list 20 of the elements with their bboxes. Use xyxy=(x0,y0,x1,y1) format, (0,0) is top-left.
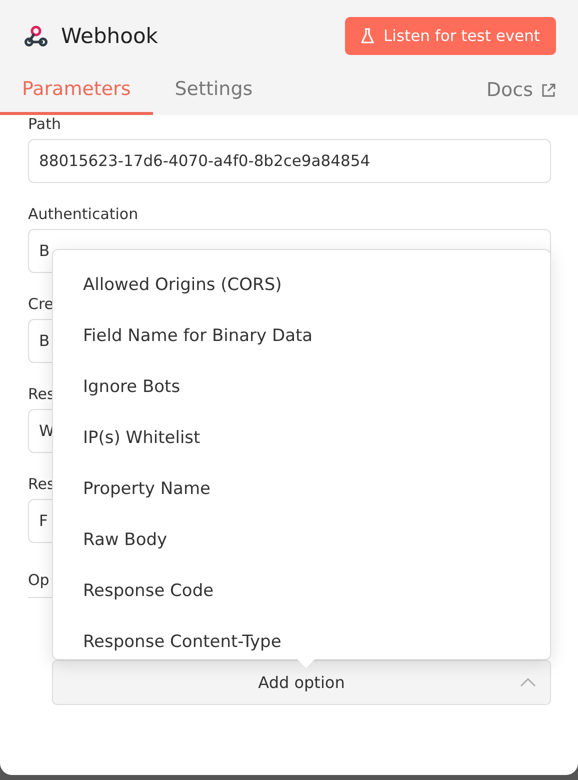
dropdown-item[interactable]: Property Name xyxy=(53,463,550,514)
dropdown-item[interactable]: Response Code xyxy=(53,565,550,616)
field-label: Authentication xyxy=(28,205,138,223)
external-link-icon xyxy=(541,82,556,98)
docs-link[interactable]: Docs xyxy=(486,79,556,115)
tab[interactable]: Settings xyxy=(152,61,275,115)
input-field[interactable]: 88015623-17d6-4070-a4f0-8b2ce9a84854 xyxy=(28,139,551,183)
dropdown-item[interactable]: Field Name for Binary Data xyxy=(53,310,550,361)
dropdown-item[interactable]: Ignore Bots xyxy=(53,361,550,412)
node-title: Webhook xyxy=(61,24,158,48)
add-option-button[interactable]: Add option xyxy=(52,660,551,705)
dropdown-item[interactable]: Allowed Origins (CORS) xyxy=(53,259,550,310)
dropdown-item[interactable]: IP(s) Whitelist xyxy=(53,412,550,463)
field-label: Path xyxy=(28,115,61,133)
flask-icon xyxy=(360,28,374,44)
dropdown-item[interactable]: Raw Body xyxy=(53,514,550,565)
webhook-icon xyxy=(24,25,48,47)
field-label: Cre xyxy=(28,295,54,313)
caret-icon xyxy=(520,677,536,687)
options-label: Op xyxy=(28,571,50,589)
